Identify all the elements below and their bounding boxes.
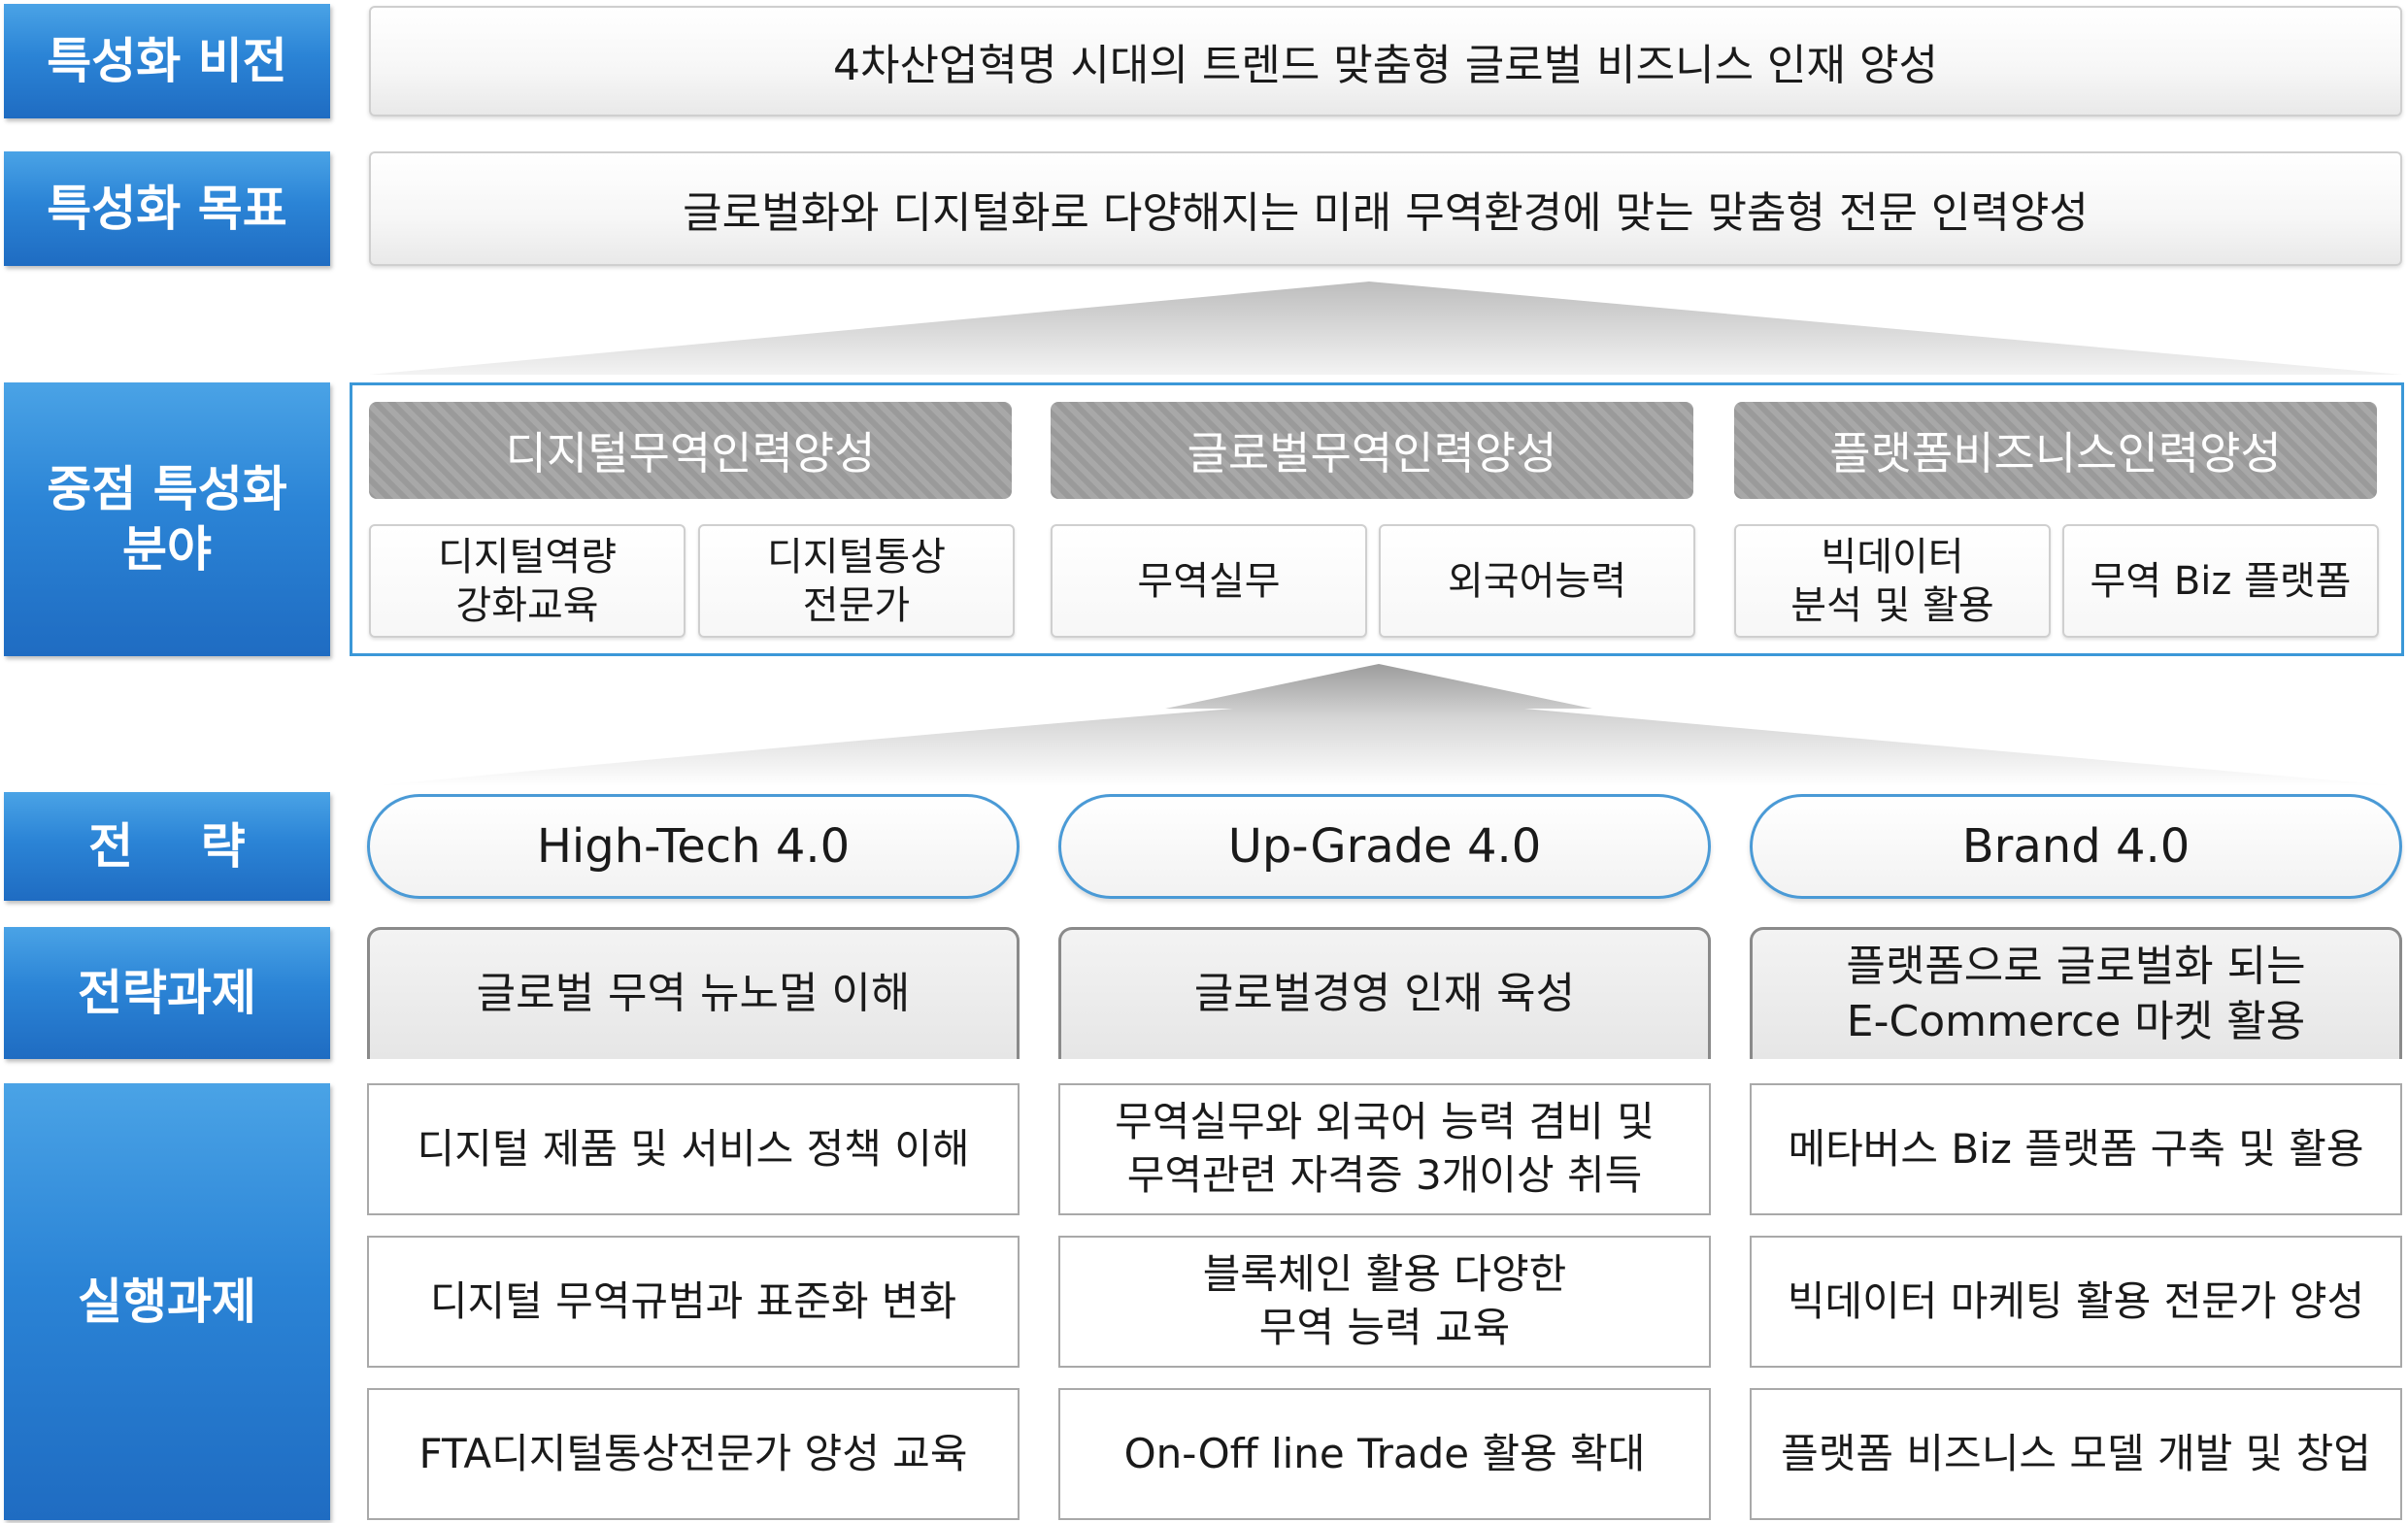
- exec-task-line: 블록체인 활용 다양한: [1202, 1250, 1567, 1299]
- exec-task-2-2: 블록체인 활용 다양한 무역 능력 교육: [1058, 1236, 1711, 1368]
- focus-item-line: 무역 Biz 플랫폼: [2090, 558, 2352, 604]
- focus-item-line: 디지털역량: [438, 534, 617, 579]
- focus-item-digital-trade-expert: 디지털통상 전문가: [698, 524, 1015, 638]
- upward-arrow-shape: [369, 664, 2402, 786]
- exec-task-line: 빅데이터 마케팅 활용 전문가 양성: [1787, 1276, 2365, 1325]
- exec-task-line: 디지털 무역규범과 표준화 변화: [429, 1276, 957, 1325]
- focus-item-line: 강화교육: [455, 582, 599, 628]
- focus-area-global-trade: 글로벌무역인력양성: [1051, 402, 1693, 499]
- focus-area-title: 글로벌무역인력양성: [1187, 427, 1557, 480]
- strategy-task-line: 글로벌경영 인재 육성: [1193, 969, 1576, 1019]
- exec-task-line: 플랫폼 비즈니스 모델 개발 및 창업: [1781, 1429, 2371, 1477]
- focus-item-foreign-language: 외국어능력: [1379, 524, 1695, 638]
- focus-item-big-data: 빅데이터 분석 및 활용: [1734, 524, 2051, 638]
- focus-item-digital-competency: 디지털역량 강화교육: [369, 524, 686, 638]
- strategy-high-tech: High-Tech 4.0: [367, 794, 1020, 899]
- exec-task-line: 메타버스 Biz 플랫폼 구축 및 활용: [1788, 1124, 2364, 1173]
- exec-task-2-3: On-Off line Trade 활용 확대: [1058, 1388, 1711, 1520]
- exec-task-3-1: 메타버스 Biz 플랫폼 구축 및 활용: [1750, 1083, 2402, 1215]
- strategy-task-1: 글로벌 무역 뉴노멀 이해: [367, 927, 1020, 1059]
- strategy-task-line: E-Commerce 마켓 활용: [1846, 996, 2306, 1046]
- focus-item-line: 무역실무: [1137, 558, 1281, 604]
- strategy-task-line: 글로벌 무역 뉴노멀 이해: [476, 969, 911, 1019]
- exec-task-line: 무역 능력 교육: [1258, 1304, 1511, 1351]
- focus-area-title: 디지털무역인력양성: [505, 427, 876, 480]
- strategy-text: Up-Grade 4.0: [1227, 819, 1542, 874]
- strategy-up-grade: Up-Grade 4.0: [1058, 794, 1711, 899]
- focus-item-line: 분석 및 활용: [1790, 582, 1994, 628]
- focus-item-line: 빅데이터: [1821, 534, 1964, 579]
- strategy-task-line: 플랫폼으로 글로벌화 되는: [1846, 942, 2306, 992]
- exec-task-line: 무역실무와 외국어 능력 겸비 및: [1115, 1098, 1655, 1146]
- focus-item-trade-practice: 무역실무: [1051, 524, 1367, 638]
- focus-item-line: 디지털통상: [767, 534, 946, 579]
- goal-fan-shape: [369, 281, 2402, 375]
- exec-task-3-3: 플랫폼 비즈니스 모델 개발 및 창업: [1750, 1388, 2402, 1520]
- focus-area-title: 플랫폼비즈니스인력양성: [1829, 427, 2282, 480]
- exec-task-1-1: 디지털 제품 및 서비스 정책 이해: [367, 1083, 1020, 1215]
- focus-item-line: 외국어능력: [1448, 558, 1626, 604]
- strategy-text: Brand 4.0: [1961, 819, 2191, 874]
- exec-task-2-1: 무역실무와 외국어 능력 겸비 및 무역관련 자격증 3개이상 취득: [1058, 1083, 1711, 1215]
- exec-task-1-3: FTA디지털통상전문가 양성 교육: [367, 1388, 1020, 1520]
- exec-task-1-2: 디지털 무역규범과 표준화 변화: [367, 1236, 1020, 1368]
- strategy-text: High-Tech 4.0: [536, 819, 851, 874]
- exec-task-3-2: 빅데이터 마케팅 활용 전문가 양성: [1750, 1236, 2402, 1368]
- focus-item-biz-platform: 무역 Biz 플랫폼: [2062, 524, 2379, 638]
- strategy-task-2: 글로벌경영 인재 육성: [1058, 927, 1711, 1059]
- exec-task-line: 디지털 제품 및 서비스 정책 이해: [417, 1124, 970, 1173]
- focus-area-digital-trade: 디지털무역인력양성: [369, 402, 1012, 499]
- exec-task-line: On-Off line Trade 활용 확대: [1123, 1429, 1646, 1477]
- exec-task-line: FTA디지털통상전문가 양성 교육: [418, 1429, 968, 1477]
- strategy-brand: Brand 4.0: [1750, 794, 2402, 899]
- focus-item-line: 전문가: [802, 582, 911, 628]
- focus-area-platform-business: 플랫폼비즈니스인력양성: [1734, 402, 2377, 499]
- exec-task-line: 무역관련 자격증 3개이상 취득: [1126, 1151, 1643, 1199]
- strategy-task-3: 플랫폼으로 글로벌화 되는 E-Commerce 마켓 활용: [1750, 927, 2402, 1059]
